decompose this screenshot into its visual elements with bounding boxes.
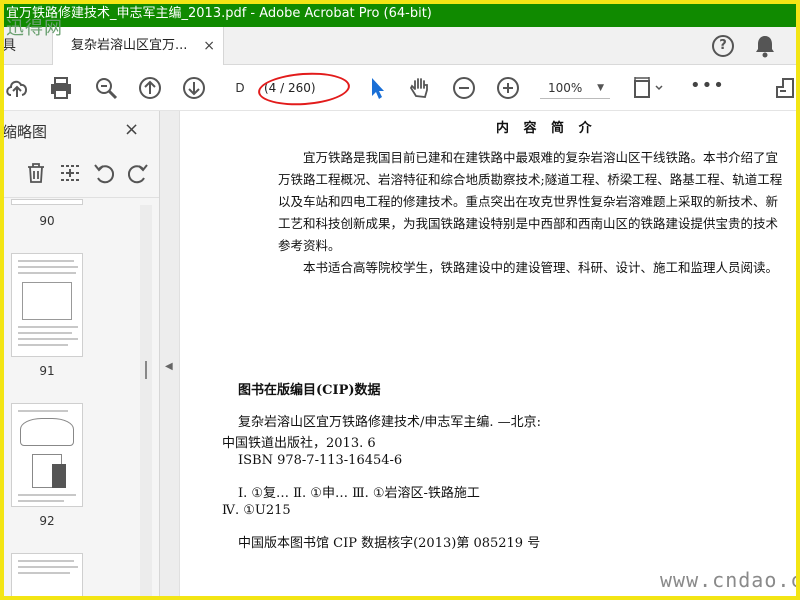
cip-line: 中国铁道出版社，2013. 6 <box>222 436 376 451</box>
share-icon[interactable] <box>772 75 798 101</box>
rotate-left-icon[interactable] <box>92 161 116 185</box>
hand-tool-icon[interactable] <box>407 75 433 101</box>
zoom-out-icon[interactable] <box>451 75 477 101</box>
watermark-logo: 迅得网 <box>6 18 63 39</box>
cip-heading: 图书在版编目(CIP)数据 <box>238 383 381 398</box>
print-icon[interactable] <box>48 75 74 101</box>
thumbnail-label: 90 <box>39 214 55 228</box>
panel-divider <box>0 197 159 198</box>
cip-line: 中国版本图书馆 CIP 数据核字(2013)第 085219 号 <box>238 536 541 551</box>
extract-pages-icon[interactable] <box>58 161 82 185</box>
thumbnail-scrollbar[interactable] <box>140 205 152 600</box>
upload-icon[interactable] <box>4 75 30 101</box>
tab-document[interactable]: 复杂岩溶山区宜万... × <box>52 27 224 65</box>
scrollbar-grip[interactable] <box>145 361 147 379</box>
thumbnail-page[interactable] <box>11 199 83 205</box>
close-icon[interactable]: × <box>203 27 215 65</box>
tab-document-label: 复杂岩溶山区宜万... <box>71 38 188 53</box>
cip-line: ISBN 978-7-113-16454-6 <box>238 453 403 468</box>
thumbnail-page[interactable] <box>11 403 83 507</box>
title-bar: 宜万铁路修建技术_申志军主编_2013.pdf - Adobe Acrobat … <box>0 0 800 27</box>
cip-line: Ⅰ. ①复… Ⅱ. ①申… Ⅲ. ①岩溶区-铁路施工 <box>238 486 480 501</box>
annotation-ellipse <box>256 69 352 109</box>
help-icon[interactable]: ? <box>712 35 734 57</box>
figure-sketch <box>20 418 74 446</box>
page-fit-icon[interactable] <box>632 75 666 101</box>
thumbnail-label: 92 <box>39 514 55 528</box>
toolbar: D (4 / 260) 100% ▼ ••• <box>0 65 800 111</box>
cip-line: Ⅳ. ①U215 <box>222 503 291 518</box>
rotate-right-icon[interactable] <box>126 161 150 185</box>
panel-title: 缩略图 <box>2 123 48 141</box>
thumbnail-page[interactable] <box>11 253 83 357</box>
zoom-in-icon[interactable] <box>495 75 521 101</box>
thumbnail-panel: 缩略图 × 90 91 92 <box>0 111 160 600</box>
chevron-down-icon: ▼ <box>597 83 604 93</box>
document-view[interactable]: 内 容 简 介 宜万铁路是我国目前已建和在建铁路中最艰难的复杂岩溶山区干线铁路。… <box>180 111 800 600</box>
intro-paragraph: 本书适合高等院校学生，铁路建设中的建设管理、科研、设计、施工和监理人员阅读。 <box>303 260 779 275</box>
close-panel-icon[interactable]: × <box>124 119 139 140</box>
prev-page-icon[interactable] <box>137 75 163 101</box>
thumbnail-page[interactable] <box>11 553 83 600</box>
bell-icon[interactable] <box>754 34 776 58</box>
zoom-dropdown[interactable]: 100% ▼ <box>540 77 610 99</box>
tab-bar: 具 复杂岩溶山区宜万... × ? <box>0 27 800 65</box>
page-number-input[interactable]: D <box>228 77 252 99</box>
figure-sketch <box>22 282 72 320</box>
thumbnail-label: 91 <box>39 364 55 378</box>
select-cursor-icon[interactable] <box>364 75 390 101</box>
zoom-value: 100% <box>548 81 583 95</box>
panel-collapse-bar[interactable]: ◀ <box>160 111 180 600</box>
cip-line: 复杂岩溶山区宜万铁路修建技术/申志军主编. —北京: <box>238 415 542 430</box>
doc-heading: 内 容 简 介 <box>496 121 597 136</box>
collapse-arrow-icon[interactable]: ◀ <box>165 361 173 372</box>
intro-text: 宜万铁路是我国目前已建和在建铁路中最艰难的复杂岩溶山区干线铁路。本书介绍了宜万铁… <box>278 147 788 279</box>
intro-paragraph: 宜万铁路是我国目前已建和在建铁路中最艰难的复杂岩溶山区干线铁路。本书介绍了宜万铁… <box>278 150 783 253</box>
next-page-icon[interactable] <box>181 75 207 101</box>
watermark-url: www.cndao.com <box>660 568 800 592</box>
zoom-search-icon[interactable] <box>93 75 119 101</box>
panel-toolbar <box>0 155 159 191</box>
delete-icon[interactable] <box>24 161 48 185</box>
more-icon[interactable]: ••• <box>690 75 725 96</box>
figure-sketch <box>52 464 66 488</box>
